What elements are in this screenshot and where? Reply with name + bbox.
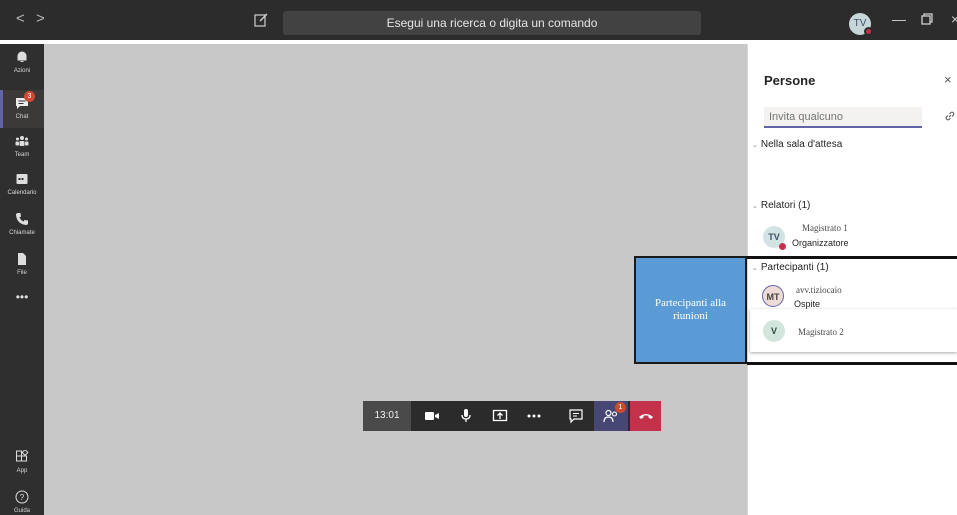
close-panel-button[interactable]: × (944, 72, 952, 87)
rail-item-calendario[interactable]: Calendario (0, 172, 44, 210)
chevron-down-icon: ⌄ (752, 142, 758, 149)
help-icon: ? (15, 490, 29, 504)
presence-busy-icon (864, 27, 873, 36)
rail-item-guida[interactable]: ? Guida (0, 490, 44, 515)
people-panel: Persone × ⌄Nella sala d'attesa ⌄Relatori… (747, 44, 957, 515)
rail-label: Guida (13, 508, 30, 514)
camera-button[interactable] (415, 401, 449, 431)
rail-item-file[interactable]: File (0, 252, 44, 290)
rail-label: Chat (15, 114, 29, 120)
phone-icon (16, 213, 28, 225)
annotation-frame-top (747, 256, 957, 259)
rail-item-app[interactable]: App (0, 450, 44, 488)
presence-busy-icon (779, 243, 786, 250)
hang-up-icon (639, 414, 653, 419)
share-screen-button[interactable] (483, 401, 517, 431)
show-participants-button[interactable]: 1 (594, 401, 628, 431)
participant-row-presenter[interactable]: TV Magistrato 1 Organizzatore (748, 220, 957, 254)
panel-title: Persone (764, 73, 816, 88)
calendar-icon (16, 174, 28, 184)
share-link-icon[interactable] (944, 110, 956, 122)
back-button[interactable]: < (16, 11, 25, 27)
minimize-icon[interactable]: — (892, 11, 906, 27)
presenters-section-header[interactable]: ⌄ Relatori (1) (752, 200, 810, 211)
participants-badge: 1 (615, 402, 626, 413)
restore-icon[interactable] (921, 13, 933, 25)
presenters-section-label: Relatori (1) (760, 200, 811, 211)
hang-up-button[interactable] (630, 401, 661, 431)
participant-name: Magistrato 1 (802, 223, 848, 233)
show-conversation-button[interactable] (559, 401, 593, 431)
close-window-icon[interactable]: × (951, 11, 957, 27)
rail-label: App (16, 468, 28, 474)
rail-label: Team (14, 152, 30, 158)
rail-item-team[interactable]: Team (0, 134, 44, 172)
rail-label: Azioni (13, 68, 31, 74)
avatar: MT (762, 285, 784, 307)
microphone-icon (461, 409, 471, 422)
participant-role: Ospite (794, 299, 821, 309)
rail-label: Chiamate (9, 230, 35, 236)
invite-input[interactable] (764, 107, 922, 128)
participant-name: avv.tiziocaio (796, 285, 842, 295)
rail-item-more[interactable]: ••• (0, 290, 44, 328)
microphone-button[interactable] (449, 401, 483, 431)
camera-icon (425, 412, 439, 420)
rail-label: Calendario (7, 190, 37, 196)
file-icon (18, 253, 26, 265)
participant-row-highlighted[interactable]: V Magistrato 2 (750, 309, 957, 352)
rail-item-chat[interactable]: 3 Chat (0, 90, 44, 128)
conversation-icon (569, 409, 583, 424)
search-input[interactable]: Esegui una ricerca o digita un comando (283, 11, 701, 35)
annotation-frame-bottom (747, 362, 957, 365)
annotation-callout: Partecipanti alla riunioni (634, 256, 747, 364)
share-screen-icon (492, 409, 508, 422)
bell-icon (17, 51, 27, 62)
lobby-section-label: Nella sala d'attesa (760, 139, 843, 150)
apps-icon (16, 450, 29, 462)
title-bar: < > Esegui una ricerca o digita un coman… (0, 0, 957, 42)
compose-icon[interactable] (253, 12, 269, 28)
lobby-section-header[interactable]: ⌄ Nella sala d'attesa (752, 139, 842, 150)
call-controls: 13:01 1 (363, 401, 661, 431)
rail-label: File (17, 270, 27, 276)
participants-section-label: Partecipanti (1) (760, 262, 829, 273)
app-rail: Azioni 3 Chat Team Calendario Chiamate F… (0, 44, 44, 515)
more-actions-button[interactable] (517, 401, 551, 431)
forward-button[interactable]: > (36, 11, 45, 27)
more-icon (527, 414, 541, 418)
participants-section-header[interactable]: ⌄ Partecipanti (1) (752, 262, 829, 273)
avatar: V (763, 320, 785, 342)
rail-item-azioni[interactable]: Azioni (0, 50, 44, 88)
participant-role: Organizzatore (792, 238, 849, 248)
chevron-down-icon: ⌄ (752, 203, 758, 210)
chat-badge: 3 (24, 91, 35, 102)
chevron-down-icon: ⌄ (752, 265, 758, 272)
team-icon (15, 136, 29, 146)
rail-item-chiamate[interactable]: Chiamate (0, 212, 44, 250)
profile-avatar[interactable]: TV (849, 13, 873, 36)
more-icon: ••• (15, 290, 29, 304)
svg-text:?: ? (20, 493, 25, 502)
teams-window: < > Esegui una ricerca o digita un coman… (0, 0, 957, 515)
participant-name: Magistrato 2 (798, 327, 844, 337)
call-duration: 13:01 (363, 401, 411, 431)
callout-text: Partecipanti alla riunioni (654, 297, 727, 322)
